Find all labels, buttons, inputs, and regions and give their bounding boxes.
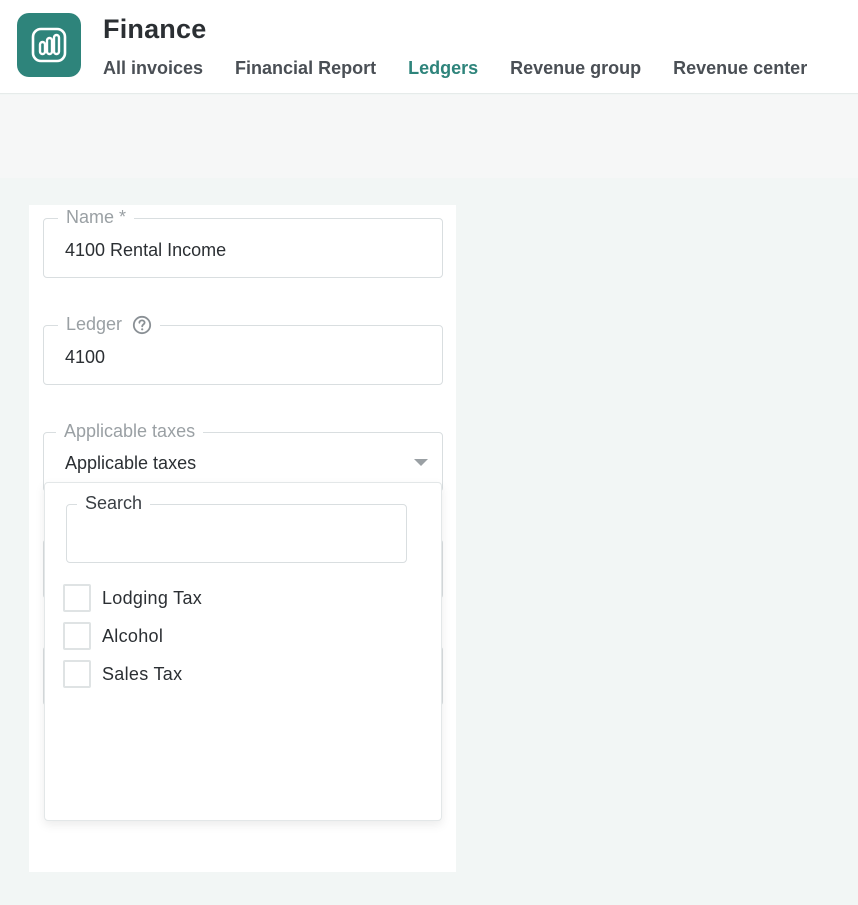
taxes-search-input[interactable]: [81, 523, 391, 549]
tax-option-lodging-tax[interactable]: Lodging Tax: [63, 584, 202, 612]
main-nav: All invoices Financial Report Ledgers Re…: [103, 58, 839, 80]
nav-tab-financial-report[interactable]: Financial Report: [235, 58, 376, 80]
tax-option-sales-tax[interactable]: Sales Tax: [63, 660, 182, 688]
taxes-search-box[interactable]: Search: [66, 493, 407, 563]
bar-chart-icon-svg: [31, 27, 67, 63]
ledger-field-label-text: Ledger: [66, 314, 123, 334]
nav-tab-revenue-group[interactable]: Revenue group: [510, 58, 641, 80]
caret-down-icon[interactable]: [414, 459, 428, 466]
tax-option-label: Alcohol: [102, 625, 164, 646]
applicable-taxes-value[interactable]: Applicable taxes: [65, 453, 196, 474]
name-field-label: Name *: [58, 207, 135, 228]
tax-option-checkbox[interactable]: [63, 622, 91, 650]
tax-option-label: Sales Tax: [102, 663, 183, 684]
ledger-field-value[interactable]: 4100: [65, 347, 105, 368]
app-title: Finance: [103, 14, 207, 44]
ledger-field[interactable]: Ledger 4100: [43, 314, 443, 385]
app-header: Finance All invoices Financial Report Le…: [0, 0, 858, 94]
taxes-dropdown-menu: Search Lodging Tax Alcohol Sales Tax: [44, 482, 442, 821]
header-band: [0, 95, 858, 178]
ledger-field-label: Ledger: [58, 314, 161, 335]
taxes-search-label: Search: [77, 493, 151, 514]
nav-tab-revenue-center[interactable]: Revenue center: [673, 58, 807, 80]
name-field-value[interactable]: 4100 Rental Income: [65, 240, 226, 261]
name-field[interactable]: Name * 4100 Rental Income: [43, 207, 443, 278]
applicable-taxes-label: Applicable taxes: [56, 421, 204, 442]
tax-option-checkbox[interactable]: [63, 584, 91, 612]
tax-option-checkbox[interactable]: [63, 660, 91, 688]
tax-option-label: Lodging Tax: [102, 587, 203, 608]
name-field-label-text: Name *: [66, 207, 127, 227]
bar-chart-icon[interactable]: [17, 13, 81, 77]
applicable-taxes-label-text: Applicable taxes: [64, 421, 196, 441]
nav-tab-ledgers[interactable]: Ledgers: [408, 58, 478, 80]
ledger-form-panel: Name * 4100 Rental Income Ledger 4100 Ap…: [29, 205, 456, 872]
question-circle-icon[interactable]: [132, 315, 152, 335]
nav-tab-all-invoices[interactable]: All invoices: [103, 58, 203, 80]
tax-option-alcohol[interactable]: Alcohol: [63, 622, 163, 650]
